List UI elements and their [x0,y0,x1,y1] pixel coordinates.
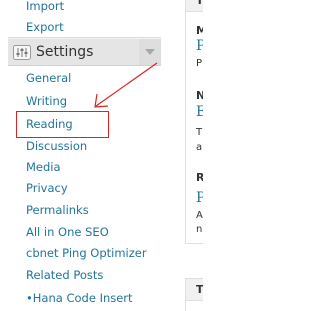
submenu-item-permalinks[interactable]: Permalinks [26,203,89,217]
widget-title-fragment: T [196,283,203,296]
submenu-item-discussion[interactable]: Discussion [26,139,87,153]
recent-heading-fragment: R [196,171,203,184]
submenu-item-writing[interactable]: Writing [26,94,67,108]
submenu-item-hana-code-insert[interactable]: •Hana Code Insert [26,291,133,305]
recent-text-fragment: A [196,210,203,221]
triangle-down-icon [145,49,155,55]
news-link-fragment[interactable]: E [196,105,203,119]
settings-sliders-icon [13,45,31,60]
widget-titlebar[interactable]: T [186,279,203,301]
widget-titlebar[interactable]: T [186,0,203,12]
submenu-item-media[interactable]: Media [26,160,61,174]
submenu-item-cbnet-ping-optimizer[interactable]: cbnet Ping Optimizer [26,246,147,260]
draft-link-fragment[interactable]: P [196,39,203,53]
widget-title-fragment: T [196,0,203,7]
submenu-item-related-posts[interactable]: Related Posts [26,268,103,282]
draft-heading-fragment: M [196,24,203,37]
menu-item-export[interactable]: Export [26,20,64,34]
widget-box-bottom: T [185,278,203,311]
news-text-fragment: T [196,127,203,138]
widget-box-top: T [185,0,203,12]
submenu-item-all-in-one-seo[interactable]: All in One SEO [26,225,109,239]
draft-text-fragment: P [196,58,203,69]
recent-link-fragment[interactable]: P [196,191,203,205]
recent-text-fragment: n [196,224,203,235]
settings-menu-title: Settings [36,44,94,60]
submenu-item-privacy[interactable]: Privacy [26,181,68,195]
submenu-item-general[interactable]: General [26,71,71,85]
news-heading-fragment: N [196,89,203,102]
admin-screen: Import Export Settings General Writing R… [0,0,203,311]
annotation-highlight-box [16,111,109,138]
widget-recent-drafts: M P P N E T a R P A n [185,12,203,244]
annotation-arrow-icon [94,62,158,108]
news-text-fragment: a [196,142,203,153]
menu-item-import[interactable]: Import [26,0,64,13]
admin-sidebar: Import Export Settings General Writing R… [0,0,165,311]
dashboard-widgets-column: T M P P N E T a R P A n T [185,0,203,311]
